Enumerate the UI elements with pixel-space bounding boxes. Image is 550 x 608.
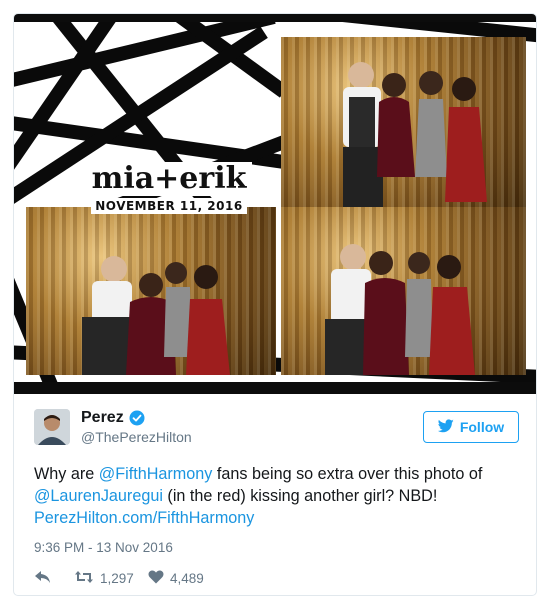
- heart-icon: [148, 570, 164, 587]
- tweet-media[interactable]: mia+erik NOVEMBER 11, 2016: [14, 14, 536, 394]
- photo-bottom-right: [281, 207, 526, 375]
- display-name[interactable]: Perez: [81, 409, 124, 427]
- event-logo: mia+erik NOVEMBER 11, 2016: [84, 162, 254, 215]
- photo-booth-strip: mia+erik NOVEMBER 11, 2016: [14, 22, 536, 382]
- text-part: (in the red) kissing another girl? NBD!: [162, 487, 438, 505]
- photo-bottom-left: [26, 207, 276, 375]
- user-handle[interactable]: @ThePerezHilton: [81, 429, 192, 445]
- retweet-count: 1,297: [100, 571, 134, 586]
- retweet-icon: [74, 570, 94, 587]
- retweet-button[interactable]: 1,297: [74, 570, 134, 587]
- logo-names: mia+erik: [85, 162, 253, 196]
- people-silhouettes: [82, 256, 230, 375]
- tweet-actions: 1,297 4,489: [34, 570, 334, 590]
- mention-link[interactable]: @FifthHarmony: [99, 465, 213, 483]
- text-part: fans being so extra over this photo of: [212, 465, 483, 483]
- follow-button[interactable]: Follow: [423, 411, 519, 443]
- timestamp[interactable]: 9:36 PM - 13 Nov 2016: [34, 540, 173, 555]
- url-link[interactable]: PerezHilton.com/FifthHarmony: [34, 509, 254, 527]
- tweet-header: Perez @ThePerezHilton Follow: [34, 409, 519, 449]
- avatar[interactable]: [34, 409, 70, 445]
- like-button[interactable]: 4,489: [148, 570, 204, 587]
- people-silhouettes: [343, 62, 487, 207]
- reply-button[interactable]: [34, 570, 52, 587]
- text-part: Why are: [34, 465, 99, 483]
- twitter-bird-icon: [437, 418, 454, 436]
- reply-icon: [34, 570, 52, 587]
- follow-label: Follow: [459, 419, 505, 435]
- mention-link[interactable]: @LaurenJauregui: [34, 487, 163, 505]
- avatar-image: [34, 409, 70, 445]
- tweet-card: mia+erik NOVEMBER 11, 2016 Perez @ThePer…: [13, 13, 537, 596]
- people-silhouettes: [325, 244, 475, 375]
- like-count: 4,489: [170, 571, 204, 586]
- verified-badge-icon: [129, 410, 145, 431]
- tweet-text: Why are @FifthHarmony fans being so extr…: [34, 463, 524, 529]
- logo-date: NOVEMBER 11, 2016: [91, 198, 247, 214]
- photo-top-right: [281, 37, 526, 207]
